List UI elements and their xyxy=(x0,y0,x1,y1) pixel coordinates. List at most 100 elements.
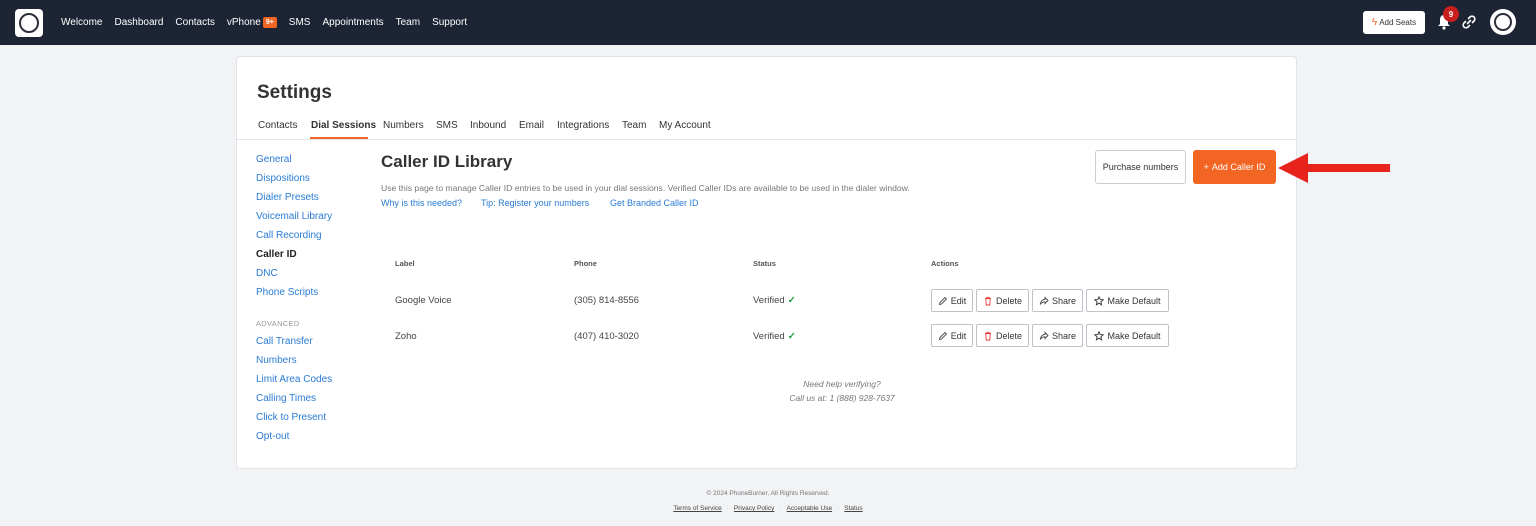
star-icon xyxy=(1094,330,1105,341)
link-icon[interactable] xyxy=(1461,14,1477,30)
nav-sms[interactable]: SMS xyxy=(289,17,311,28)
sidebar-item-voicemail-library[interactable]: Voicemail Library xyxy=(256,211,332,222)
pencil-icon xyxy=(938,331,947,340)
sidebar-item-phone-scripts[interactable]: Phone Scripts xyxy=(256,287,318,298)
tab-integrations[interactable]: Integrations xyxy=(557,120,609,131)
register-numbers-link[interactable]: Tip: Register your numbers xyxy=(481,198,589,208)
sidebar-item-dispositions[interactable]: Dispositions xyxy=(256,173,310,184)
footer-separator: · xyxy=(837,505,840,512)
sidebar-item-caller-id[interactable]: Caller ID xyxy=(256,249,297,260)
terms-of-service-link[interactable]: Terms of Service xyxy=(673,505,721,512)
column-header-status: Status xyxy=(753,259,776,268)
tab-numbers[interactable]: Numbers xyxy=(383,120,424,131)
tab-inbound[interactable]: Inbound xyxy=(470,120,506,131)
footer-separator: · xyxy=(779,505,782,512)
row-status: Verified ✓ xyxy=(753,331,796,342)
column-header-label: Label xyxy=(395,259,415,268)
edit-button[interactable]: Edit xyxy=(931,289,973,312)
why-needed-link[interactable]: Why is this needed? xyxy=(381,198,462,208)
help-line-1: Need help verifying? xyxy=(803,379,881,389)
share-button[interactable]: Share xyxy=(1032,324,1083,347)
make-default-label: Make Default xyxy=(1107,330,1161,341)
nav-team[interactable]: Team xyxy=(396,17,420,28)
edit-label: Edit xyxy=(950,330,967,341)
edit-label: Edit xyxy=(950,295,967,306)
footer-copyright: © 2024 PhoneBurner. All Rights Reserved. xyxy=(706,490,830,497)
settings-card: Settings Contacts Dial Sessions Numbers … xyxy=(236,56,1297,469)
purchase-numbers-button[interactable]: Purchase numbers xyxy=(1095,150,1186,184)
phoneburner-logo[interactable] xyxy=(15,9,43,37)
row-label: Google Voice xyxy=(395,295,452,306)
nav-vphone-label: vPhone xyxy=(226,17,261,28)
tab-my-account[interactable]: My Account xyxy=(659,120,711,131)
branded-caller-id-link[interactable]: Get Branded Caller ID xyxy=(610,198,699,208)
trash-icon xyxy=(984,296,991,305)
checkmark-icon: ✓ xyxy=(787,295,796,306)
acceptable-use-link[interactable]: Acceptable Use xyxy=(787,505,833,512)
edit-button[interactable]: Edit xyxy=(931,324,973,347)
status-text: Verified xyxy=(753,295,785,306)
add-seats-button[interactable]: ϟ Add Seats xyxy=(1363,11,1425,34)
share-icon xyxy=(1039,330,1049,340)
sidebar-item-general[interactable]: General xyxy=(256,154,292,165)
add-caller-id-label: Add Caller ID xyxy=(1211,162,1266,172)
make-default-button[interactable]: Make Default xyxy=(1086,324,1169,347)
privacy-policy-link[interactable]: Privacy Policy xyxy=(734,505,774,512)
sidebar-item-click-to-present[interactable]: Click to Present xyxy=(256,412,326,423)
help-line-2: Call us at: 1 (888) 928-7637 xyxy=(789,393,895,403)
top-navbar: Welcome Dashboard Contacts vPhone 9+ SMS … xyxy=(0,0,1536,45)
active-tab-indicator xyxy=(310,137,368,139)
tab-dial-sessions[interactable]: Dial Sessions xyxy=(311,120,376,131)
sidebar-item-call-recording[interactable]: Call Recording xyxy=(256,230,322,241)
nav-appointments[interactable]: Appointments xyxy=(322,17,383,28)
row-phone: (407) 410-3020 xyxy=(574,331,639,342)
verification-help: Need help verifying? Call us at: 1 (888)… xyxy=(697,377,987,405)
make-default-label: Make Default xyxy=(1107,295,1161,306)
sidebar-item-call-transfer[interactable]: Call Transfer xyxy=(256,336,313,347)
star-icon xyxy=(1094,295,1105,306)
nav-dashboard[interactable]: Dashboard xyxy=(115,17,164,28)
column-header-actions: Actions xyxy=(931,259,959,268)
add-seats-label: Add Seats xyxy=(1379,18,1417,27)
vphone-badge: 9+ xyxy=(262,17,277,28)
sidebar-item-dnc[interactable]: DNC xyxy=(256,268,278,279)
main-nav: Welcome Dashboard Contacts vPhone 9+ SMS … xyxy=(61,0,467,45)
row-label: Zoho xyxy=(395,331,417,342)
notification-count-badge: 9 xyxy=(1443,6,1459,22)
delete-button[interactable]: Delete xyxy=(976,324,1029,347)
make-default-button[interactable]: Make Default xyxy=(1086,289,1169,312)
page-title: Settings xyxy=(257,82,332,103)
sidebar-advanced-heading: ADVANCED xyxy=(256,319,300,328)
share-label: Share xyxy=(1051,330,1077,341)
bolt-icon: ϟ xyxy=(1371,17,1378,28)
pencil-icon xyxy=(938,296,947,305)
delete-label: Delete xyxy=(995,330,1022,341)
user-avatar[interactable] xyxy=(1490,9,1516,35)
tab-team[interactable]: Team xyxy=(622,120,646,131)
nav-contacts[interactable]: Contacts xyxy=(175,17,214,28)
settings-tabs: Contacts Dial Sessions Numbers SMS Inbou… xyxy=(237,117,1296,140)
tab-email[interactable]: Email xyxy=(519,120,544,131)
arrow-annotation-icon xyxy=(1278,153,1390,183)
trash-icon xyxy=(984,331,991,340)
caller-id-description: Use this page to manage Caller ID entrie… xyxy=(381,183,910,193)
sidebar-item-calling-times[interactable]: Calling Times xyxy=(256,393,316,404)
sidebar-item-limit-area-codes[interactable]: Limit Area Codes xyxy=(256,374,332,385)
sidebar-item-numbers[interactable]: Numbers xyxy=(256,355,297,366)
delete-button[interactable]: Delete xyxy=(976,289,1029,312)
sidebar-item-opt-out[interactable]: Opt-out xyxy=(256,431,289,442)
caller-id-library-heading: Caller ID Library xyxy=(381,152,513,171)
status-link[interactable]: Status xyxy=(844,505,862,512)
tab-sms[interactable]: SMS xyxy=(436,120,458,131)
plus-icon: + xyxy=(1203,162,1209,172)
share-button[interactable]: Share xyxy=(1032,289,1083,312)
sidebar-item-dialer-presets[interactable]: Dialer Presets xyxy=(256,192,319,203)
add-caller-id-button[interactable]: + Add Caller ID xyxy=(1193,150,1276,184)
nav-vphone[interactable]: vPhone 9+ xyxy=(227,17,277,28)
checkmark-icon: ✓ xyxy=(787,331,796,342)
footer-links: Terms of Service · Privacy Policy · Acceptab… xyxy=(0,505,1536,512)
nav-welcome[interactable]: Welcome xyxy=(61,17,103,28)
share-icon xyxy=(1039,295,1049,305)
nav-support[interactable]: Support xyxy=(432,17,467,28)
tab-contacts[interactable]: Contacts xyxy=(258,120,297,131)
